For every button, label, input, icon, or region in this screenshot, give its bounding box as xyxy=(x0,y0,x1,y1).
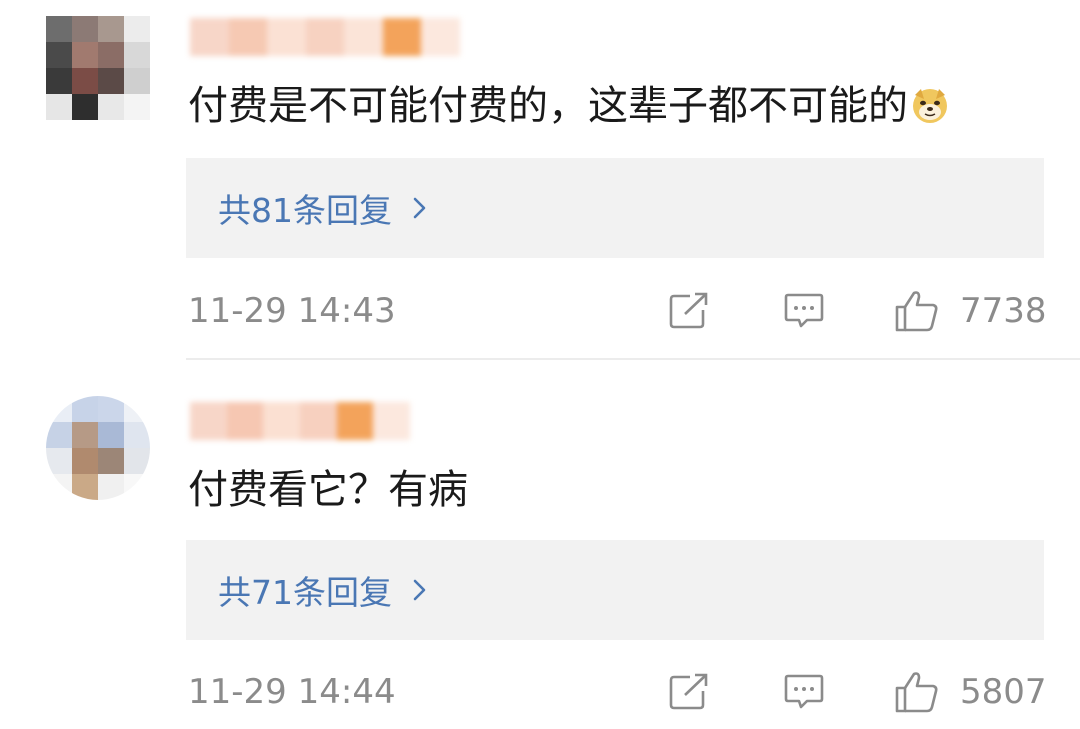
username-blurred[interactable] xyxy=(190,402,411,440)
like-count: 7738 xyxy=(960,291,1047,331)
comment-text: 付费看它？有病 xyxy=(188,464,468,516)
comment-button[interactable] xyxy=(783,292,825,330)
chevron-right-icon xyxy=(413,579,426,601)
comment-text-body: 付费看它？有病 xyxy=(188,467,468,513)
avatar[interactable] xyxy=(46,16,150,120)
share-button[interactable] xyxy=(668,673,710,711)
doge-emoji xyxy=(913,89,947,123)
like-button[interactable]: 5807 xyxy=(894,670,1047,714)
comment-icon xyxy=(784,674,824,709)
replies-label: 共81条回复 xyxy=(218,191,392,230)
username-blurred[interactable] xyxy=(190,18,461,56)
comment-meta: 11-29 14:43 7738 xyxy=(188,286,1047,336)
like-button[interactable]: 7738 xyxy=(894,289,1047,333)
share-button[interactable] xyxy=(668,292,710,330)
comment-text: 付费是不可能付费的，这辈子都不可能的 xyxy=(188,80,950,132)
divider xyxy=(186,358,1080,360)
share-icon xyxy=(669,673,708,710)
view-replies-button[interactable]: 共71条回复 xyxy=(186,540,1044,640)
comment-item: 付费看它？有病 共71条回复 11-29 14:44 5807 xyxy=(0,380,1080,729)
like-count: 5807 xyxy=(960,672,1047,712)
replies-label: 共71条回复 xyxy=(218,573,392,612)
avatar[interactable] xyxy=(46,396,150,500)
thumbs-up-icon xyxy=(895,672,938,713)
comment-button[interactable] xyxy=(783,673,825,711)
thumbs-up-icon xyxy=(895,291,938,332)
comment-icon xyxy=(784,293,824,328)
comment-item: 付费是不可能付费的，这辈子都不可能的 共81条回复 11-29 14:43 77… xyxy=(0,0,1080,360)
comment-text-body: 付费是不可能付费的，这辈子都不可能的 xyxy=(188,83,908,129)
view-replies-button[interactable]: 共81条回复 xyxy=(186,158,1044,258)
comment-meta: 11-29 14:44 5807 xyxy=(188,667,1047,717)
chevron-right-icon xyxy=(413,197,426,219)
share-icon xyxy=(669,292,708,329)
